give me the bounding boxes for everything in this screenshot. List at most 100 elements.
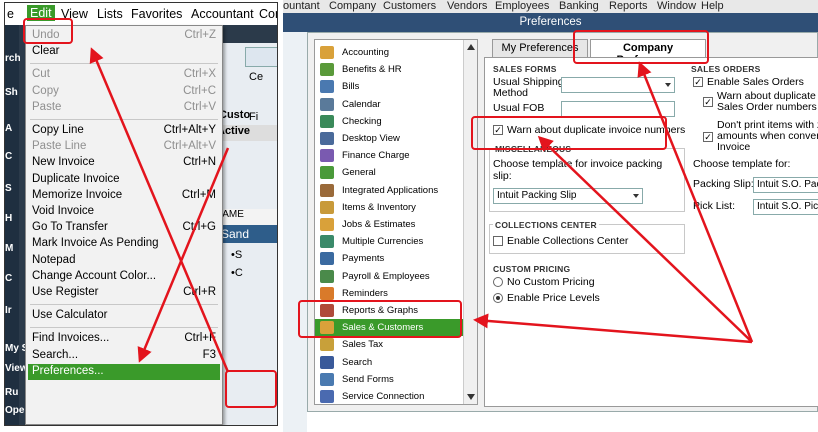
nav-label[interactable]: H [5,213,12,224]
menu-reports[interactable]: Reports [609,0,648,12]
category-item[interactable]: Items & Inventory [315,199,463,216]
edit-menu-item[interactable]: New Invoice Ctrl+N [28,155,220,171]
nav-label[interactable]: Ru [5,387,18,398]
enable-collections-checkbox[interactable] [493,236,503,246]
edit-menu-item[interactable]: Copy Ctrl+C [28,84,220,100]
nav-label[interactable]: C [5,273,12,284]
background-window-strip [283,32,307,432]
so-packing-slip-dropdown[interactable]: Intuit S.O. Packing [753,177,818,193]
edit-menu-item[interactable]: Search... F3 [28,348,220,364]
edit-menu-item[interactable]: Duplicate Invoice [28,172,220,188]
category-item[interactable]: Service Connection [315,388,463,405]
edit-menu-item[interactable]: Paste Ctrl+V [28,100,220,116]
bg-customer-row[interactable]: Sand [217,225,277,243]
category-item[interactable]: Jobs & Estimates [315,216,463,233]
category-item[interactable]: Payroll & Employees [315,268,463,285]
category-item[interactable]: Integrated Applications [315,182,463,199]
category-item[interactable]: Finance Charge [315,147,463,164]
category-item[interactable]: Benefits & HR [315,61,463,78]
menu-employees[interactable]: Employees [495,0,549,12]
category-label: Items & Inventory [342,201,416,213]
dont-print-zero-label-3[interactable]: Invoice [717,141,750,153]
packing-template-label: Choose template for invoice packing [493,158,663,170]
category-item[interactable]: Bills [315,78,463,95]
menu-item-shortcut: Ctrl+Alt+Y [163,124,216,136]
enable-price-levels-label[interactable]: Enable Price Levels [507,292,600,304]
edit-menu-item[interactable]: Cut Ctrl+X [28,67,220,83]
menu-vendors[interactable]: Vendors [447,0,487,12]
payroll-icon [320,269,334,283]
warn-duplicate-so-checkbox[interactable]: ✓ [703,97,713,107]
no-custom-pricing-radio[interactable] [493,277,503,287]
category-item[interactable]: Payments [315,250,463,267]
so-pick-list-dropdown[interactable]: Intuit S.O. Pick List [753,199,818,215]
packing-slip-dropdown[interactable]: Intuit Packing Slip [493,188,643,204]
menu-separator [30,63,218,65]
menu-banking[interactable]: Banking [559,0,599,12]
category-item[interactable]: Checking [315,113,463,130]
edit-menu-item[interactable]: Preferences... [28,363,220,380]
edit-menu-item[interactable]: Void Invoice [28,204,220,220]
category-item[interactable]: Accounting [315,44,463,61]
nav-label[interactable]: A [5,123,12,134]
scroll-up-icon[interactable] [467,44,475,50]
fob-input[interactable] [561,101,675,117]
category-label: Send Forms [342,373,394,385]
nav-label[interactable]: M [5,243,13,254]
edit-menu-item[interactable]: Use Calculator [28,308,220,324]
items-inventory-icon [320,200,334,214]
menu-accountant-partial[interactable]: ountant [283,0,320,12]
edit-menu-item[interactable]: Clear [28,44,220,60]
edit-menu-item[interactable]: Copy Line Ctrl+Alt+Y [28,123,220,139]
menu-item-label: Paste [32,100,62,113]
menu-item-shortcut: Ctrl+Alt+V [163,140,216,153]
menu-company[interactable]: Company [329,0,376,12]
edit-menu-item[interactable]: Go To Transfer Ctrl+G [28,220,220,236]
category-item[interactable]: Search [315,354,463,371]
menu-customers[interactable]: Customers [383,0,436,12]
nav-label[interactable]: C [5,151,12,162]
menu-item-shortcut: Ctrl+X [183,68,216,81]
left-icon-bar: rch Sh A C S H M C Ir My S View Ru Open … [5,25,77,425]
bg-active-header: Active [217,125,277,141]
enable-sales-orders-checkbox[interactable]: ✓ [693,77,703,87]
menu-accountant[interactable]: Accountant [191,7,254,21]
nav-label[interactable]: Ir [5,305,12,316]
edit-menu-item[interactable]: Use Register Ctrl+R [28,285,220,301]
menu-item-shortcut: Ctrl+F [184,332,216,345]
enable-sales-orders-label[interactable]: Enable Sales Orders [707,76,804,88]
bg-column-header: NAME [215,209,277,225]
menu-lists[interactable]: Lists [97,7,123,21]
menu-item-shortcut: Ctrl+G [182,221,216,234]
category-item[interactable]: Sales Tax [315,336,463,353]
category-item[interactable]: Calendar [315,96,463,113]
menu-window[interactable]: Window [657,0,696,12]
menu-company-partial[interactable]: Com [259,7,277,21]
menu-item-label: Go To Transfer [32,221,108,234]
category-item[interactable]: Desktop View [315,130,463,147]
enable-collections-label[interactable]: Enable Collections Center [507,235,628,247]
menu-item-partial[interactable]: e [7,7,14,21]
edit-menu-item[interactable]: Find Invoices... Ctrl+F [28,331,220,347]
menu-help[interactable]: Help [701,0,724,12]
edit-menu-item[interactable]: Mark Invoice As Pending [28,236,220,252]
no-custom-pricing-label[interactable]: No Custom Pricing [507,276,595,288]
menu-favorites[interactable]: Favorites [131,7,182,21]
category-item[interactable]: Multiple Currencies [315,233,463,250]
bg-list-row: •S [231,249,243,261]
edit-menu-item[interactable]: Notepad [28,253,220,269]
nav-label[interactable]: Sh [5,87,18,98]
dont-print-zero-checkbox[interactable]: ✓ [703,132,713,142]
edit-menu-item[interactable]: Change Account Color... [28,269,220,285]
shipping-method-dropdown[interactable] [561,77,675,93]
nav-label[interactable]: S [5,183,12,194]
category-item[interactable]: Send Forms [315,371,463,388]
category-list: Accounting Benefits & HR Bills Calendar Chec… [314,39,478,405]
enable-price-levels-radio[interactable] [493,293,503,303]
category-item[interactable]: General [315,164,463,181]
category-scrollbar[interactable] [463,40,477,404]
scroll-down-icon[interactable] [467,394,475,400]
edit-menu-item[interactable]: Memorize Invoice Ctrl+M [28,188,220,204]
warn-duplicate-so-label-2[interactable]: Sales Order numbers [717,101,817,113]
edit-menu-item[interactable]: Paste Line Ctrl+Alt+V [28,139,220,155]
